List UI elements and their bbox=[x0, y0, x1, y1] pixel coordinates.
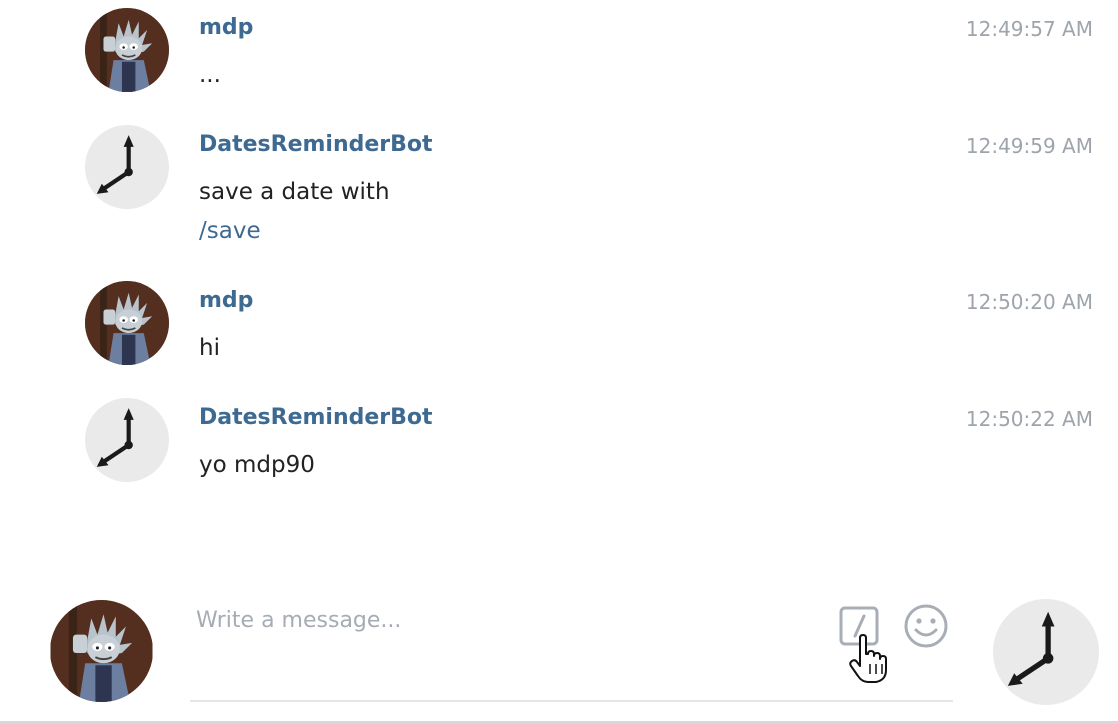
bot-profile-button[interactable] bbox=[993, 599, 1099, 705]
message-author[interactable]: DatesReminderBot bbox=[199, 405, 433, 430]
composer-divider bbox=[190, 700, 953, 702]
user-avatar[interactable] bbox=[85, 8, 169, 92]
message-time: 12:50:20 AM bbox=[965, 290, 1093, 314]
bot-avatar[interactable] bbox=[85, 125, 169, 209]
composer-avatar[interactable] bbox=[50, 600, 153, 702]
rick-avatar-icon bbox=[50, 600, 153, 702]
message-input[interactable] bbox=[190, 600, 842, 640]
message-author[interactable]: mdp bbox=[199, 288, 253, 313]
message-text: yo mdp90 bbox=[199, 452, 315, 478]
rick-avatar-icon bbox=[85, 281, 169, 365]
clock-avatar-icon bbox=[85, 125, 169, 209]
message-time: 12:49:57 AM bbox=[965, 17, 1093, 41]
message-text: hi bbox=[199, 335, 220, 361]
emoji-icon bbox=[904, 604, 948, 648]
message-author[interactable]: mdp bbox=[199, 15, 253, 40]
command-link[interactable]: /save bbox=[199, 218, 261, 244]
message-text: save a date with bbox=[199, 179, 390, 205]
message-time: 12:49:59 AM bbox=[965, 134, 1093, 158]
message-author[interactable]: DatesReminderBot bbox=[199, 132, 433, 157]
message-time: 12:50:22 AM bbox=[965, 407, 1093, 431]
user-avatar[interactable] bbox=[85, 281, 169, 365]
bot-avatar[interactable] bbox=[85, 398, 169, 482]
rick-avatar-icon bbox=[85, 8, 169, 92]
command-icon bbox=[839, 606, 879, 646]
clock-avatar-icon bbox=[993, 599, 1099, 705]
chat-window: mdp 12:49:57 AM ... DatesReminderBot 12:… bbox=[0, 0, 1118, 724]
emoji-button[interactable] bbox=[903, 603, 949, 649]
command-button[interactable] bbox=[838, 605, 882, 649]
message-text: ... bbox=[199, 62, 221, 88]
clock-avatar-icon bbox=[85, 398, 169, 482]
